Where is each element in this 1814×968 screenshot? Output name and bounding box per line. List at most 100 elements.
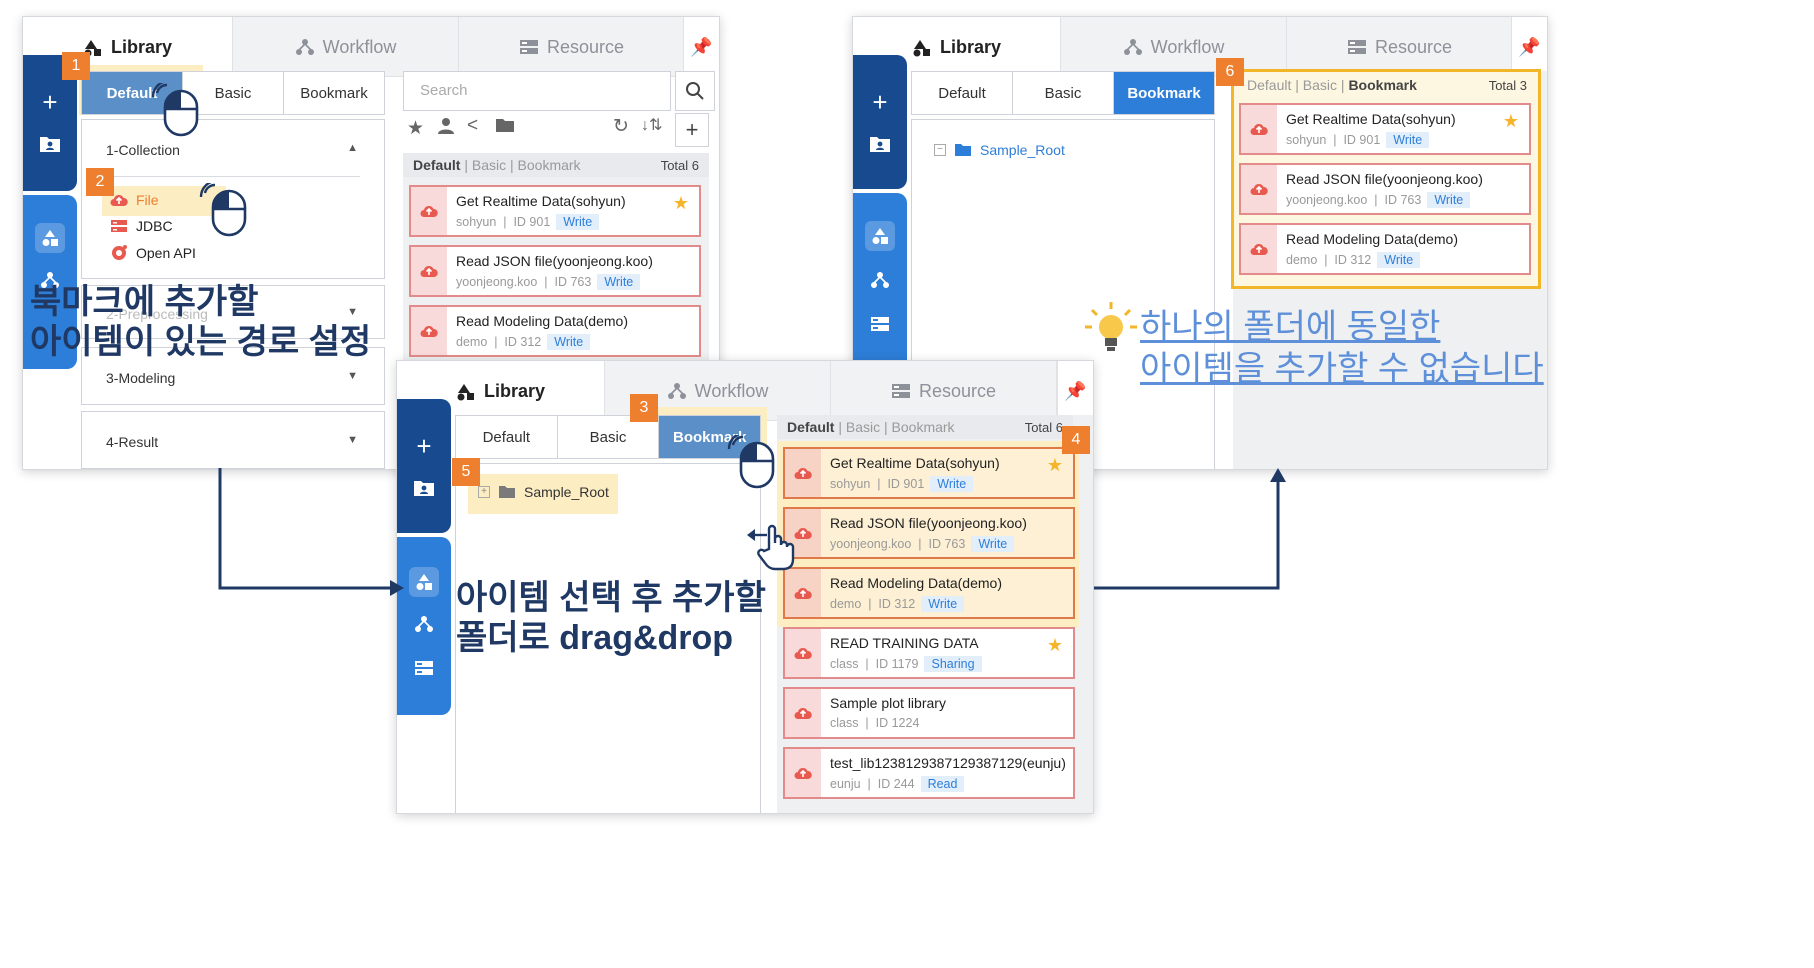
tab-label: Workflow — [694, 380, 769, 401]
search-button[interactable] — [675, 71, 715, 111]
bookmark-card[interactable]: Read JSON file(yoonjeong.koo) yoonjeong.… — [1239, 163, 1531, 215]
segment-default[interactable]: Default — [456, 416, 558, 458]
add-item-button[interactable]: + — [675, 113, 709, 147]
accordion-title[interactable]: 1-Collection — [106, 142, 180, 158]
share-icon[interactable]: < — [467, 115, 478, 137]
user-folder-icon[interactable] — [35, 129, 65, 159]
api-icon — [112, 245, 127, 260]
folder-label: Sample_Root — [980, 142, 1065, 158]
card-title: Read Modeling Data(demo) — [830, 575, 1002, 591]
collection-item-open-api[interactable]: Open API — [110, 244, 196, 262]
tab-label: Resource — [1374, 36, 1453, 57]
pin-icon[interactable]: 📌 — [1057, 361, 1093, 421]
workflow-side-icon[interactable] — [409, 609, 439, 639]
segment-control: Default Basic Bookmark — [81, 71, 385, 115]
pin-icon[interactable]: 📌 — [1511, 17, 1547, 77]
search-input[interactable]: Search — [403, 71, 671, 111]
step-tag-6: 6 — [1216, 58, 1244, 86]
drag-hand-icon — [747, 524, 795, 571]
star-filter-icon[interactable]: ★ — [407, 117, 424, 140]
flow-arrow-right — [1094, 468, 1286, 590]
library-card[interactable]: Read JSON file(yoonjeong.koo) yoonjeong.… — [409, 245, 701, 297]
workflow-icon — [1123, 39, 1142, 55]
star-icon[interactable]: ★ — [1503, 111, 1519, 132]
tab-workflow[interactable]: Workflow — [1061, 17, 1287, 77]
tab-resource[interactable]: Resource — [831, 361, 1057, 421]
expand-icon[interactable]: + — [478, 486, 490, 498]
crumb-basic: Basic — [845, 419, 881, 435]
library-card[interactable]: READ TRAINING DATA class | ID 1179 Sharin… — [783, 627, 1075, 679]
bookmark-card[interactable]: Get Realtime Data(sohyun) sohyun | ID 90… — [1239, 103, 1531, 155]
flow-arrow-left — [218, 468, 404, 596]
step-tag-3: 3 — [630, 394, 658, 422]
library-card-selected[interactable]: Get Realtime Data(sohyun) sohyun | ID 90… — [783, 447, 1075, 499]
user-folder-icon[interactable] — [865, 129, 895, 159]
workflow-icon — [295, 39, 314, 55]
collection-item-file[interactable]: File — [110, 192, 159, 208]
star-icon[interactable]: ★ — [673, 193, 689, 214]
workflow-icon — [667, 383, 686, 399]
segment-bookmark[interactable]: Bookmark — [1114, 72, 1214, 114]
library-card[interactable]: Get Realtime Data(sohyun) sohyun | ID 90… — [409, 185, 701, 237]
library-card[interactable]: test_lib1238129387129387129(eunju) eunju… — [783, 747, 1075, 799]
permission-badge: Write — [547, 334, 591, 350]
note-duplicate-warning: 하나의 폴더에 동일한 아이템을 추가할 수 없습니다 — [1140, 308, 1544, 388]
refresh-icon[interactable]: ↻ — [613, 115, 629, 138]
tree-folder-sample-root[interactable]: − Sample_Root — [934, 142, 1065, 158]
total-count: Total 3 — [1488, 77, 1527, 93]
user-folder-icon[interactable] — [409, 473, 439, 503]
library-card-selected[interactable]: Read Modeling Data(demo) demo | ID 312 Wr… — [783, 567, 1075, 619]
note-drag-drop: 아이템 선택 후 추가할 폴더로 drag&drop — [456, 579, 766, 657]
add-icon[interactable]: + — [865, 87, 895, 117]
tab-workflow[interactable]: Workflow — [233, 17, 459, 77]
segment-basic[interactable]: Basic — [558, 416, 660, 458]
library-side-icon[interactable] — [35, 223, 65, 253]
collapse-icon[interactable]: − — [934, 144, 946, 156]
lightbulb-icon — [1085, 302, 1137, 351]
resource-icon — [519, 40, 538, 54]
library-side-icon[interactable] — [865, 221, 895, 251]
segment-control: Default Basic Bookmark — [911, 71, 1215, 115]
crumb-basic: Basic — [471, 157, 507, 173]
chevron-down-icon: ▼ — [347, 434, 358, 446]
library-side-icon[interactable] — [409, 567, 439, 597]
tab-resource[interactable]: Resource — [459, 17, 685, 77]
resource-side-icon[interactable] — [865, 309, 895, 339]
card-meta: sohyun | ID 901 Write — [1286, 132, 1430, 148]
library-card[interactable]: Read Modeling Data(demo) demo | ID 312 Wr… — [409, 305, 701, 357]
accordion-result[interactable]: 4-Result ▼ — [81, 411, 385, 469]
star-icon[interactable]: ★ — [1047, 635, 1063, 656]
segment-basic[interactable]: Basic — [1013, 72, 1114, 114]
card-title: Read JSON file(yoonjeong.koo) — [456, 253, 653, 269]
resource-side-icon[interactable] — [409, 653, 439, 683]
tree-folder-sample-root[interactable]: + Sample_Root — [478, 484, 609, 500]
crumb-default: Default — [1247, 77, 1292, 93]
user-filter-icon[interactable] — [437, 117, 455, 141]
folder-filter-icon[interactable] — [495, 117, 515, 139]
resource-icon — [1347, 40, 1366, 54]
mouse-click-icon — [151, 83, 199, 137]
add-icon[interactable]: + — [409, 431, 439, 461]
add-icon[interactable]: + — [35, 87, 65, 117]
pin-icon[interactable]: 📌 — [683, 17, 719, 77]
library-icon — [457, 383, 474, 400]
segment-bookmark[interactable]: Bookmark — [284, 72, 384, 114]
segment-default[interactable]: Default — [912, 72, 1013, 114]
permission-badge: Write — [1386, 132, 1430, 148]
card-meta: demo | ID 312 Write — [1286, 252, 1421, 268]
workflow-side-icon[interactable] — [865, 265, 895, 295]
cloud-upload-icon — [411, 247, 447, 295]
card-meta: yoonjeong.koo | ID 763 Write — [456, 274, 641, 290]
collection-item-jdbc[interactable]: JDBC — [110, 218, 173, 234]
tab-resource[interactable]: Resource — [1287, 17, 1513, 77]
tab-label: Workflow — [1150, 36, 1225, 57]
library-card[interactable]: Sample plot library class | ID 1224 — [783, 687, 1075, 739]
sort-icon[interactable]: ↓⇅ — [641, 115, 662, 135]
cloud-upload-icon — [785, 449, 821, 497]
star-icon[interactable]: ★ — [1047, 455, 1063, 476]
mouse-click-icon — [727, 435, 775, 489]
chevron-up-icon[interactable]: ▲ — [347, 142, 358, 154]
step-tag-5: 5 — [452, 458, 480, 486]
library-card-selected[interactable]: Read JSON file(yoonjeong.koo) yoonjeong.… — [783, 507, 1075, 559]
bookmark-card[interactable]: Read Modeling Data(demo) demo | ID 312 Wr… — [1239, 223, 1531, 275]
